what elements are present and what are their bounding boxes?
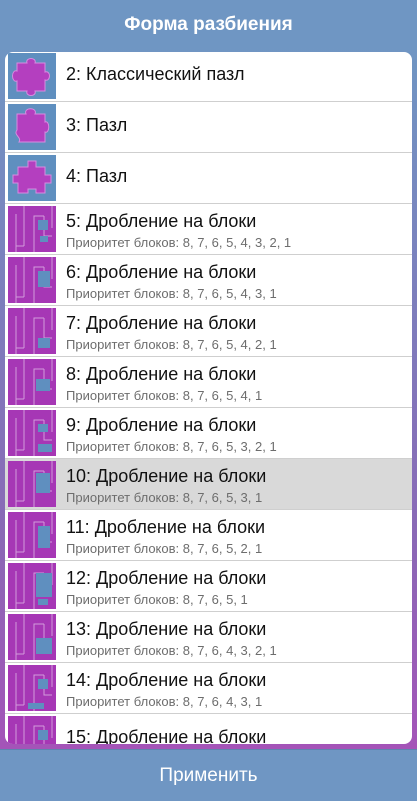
list-item[interactable]: 3: Пазл: [5, 102, 412, 153]
puzzle-piece-shape: [15, 108, 50, 143]
block-gap-shape: [38, 338, 50, 348]
list-item-subtitle: Приоритет блоков: 8, 7, 6, 5, 4, 2, 1: [66, 337, 277, 352]
block-divider-line: [15, 673, 24, 706]
block-split-icon: [8, 614, 56, 660]
block-gap-shape: [38, 599, 48, 605]
list-item[interactable]: 6: Дробление на блоки Приоритет блоков: 8…: [5, 255, 412, 306]
list-item-subtitle: Приоритет блоков: 8, 7, 6, 4, 3, 2, 1: [66, 643, 277, 658]
block-gap-shape: [38, 424, 48, 432]
list-item-title: 4: Пазл: [66, 166, 128, 186]
list-item[interactable]: 5: Дробление на блоки Приоритет блоков: 8…: [5, 204, 412, 255]
list-item-subtitle: Приоритет блоков: 8, 7, 6, 5, 4, 3, 2, 1: [66, 235, 292, 250]
apply-button[interactable]: Применить: [0, 749, 417, 801]
block-divider-line: [43, 318, 52, 339]
puzzle-piece-icon: [8, 53, 56, 99]
block-divider-line: [15, 469, 24, 502]
list-item-subtitle: Приоритет блоков: 8, 7, 6, 5, 3, 1: [66, 490, 263, 505]
block-gap-shape: [38, 220, 48, 230]
block-split-icon: [8, 716, 56, 744]
list-item-title: 14: Дробление на блоки: [66, 670, 267, 690]
list-item-title: 7: Дробление на блоки: [66, 313, 257, 333]
apply-button-label: Применить: [159, 764, 258, 786]
block-split-icon: [8, 308, 56, 354]
block-split-icon: [8, 257, 56, 303]
page-title: Форма разбиения: [124, 14, 293, 35]
block-gap-shape: [38, 271, 50, 287]
title-bar: Форма разбиения: [0, 0, 417, 50]
list-item[interactable]: 14: Дробление на блоки Приоритет блоков: …: [5, 663, 412, 714]
list-item-subtitle: Приоритет блоков: 8, 7, 6, 5, 2, 1: [66, 541, 263, 556]
block-split-icon: [8, 410, 56, 456]
partition-options-list[interactable]: 2: Классический пазл 3: Пазл 4: Пазл 5: Дро…: [5, 52, 412, 744]
block-split-icon: [8, 665, 56, 711]
block-divider-line: [33, 317, 44, 354]
block-divider-line: [15, 316, 24, 349]
list-item-title: 15: Дробление на блоки: [66, 727, 267, 744]
block-gap-shape: [38, 444, 52, 452]
block-split-icon: [8, 206, 56, 252]
puzzle-piece-shape: [12, 58, 50, 96]
block-divider-line: [15, 724, 17, 744]
list-item[interactable]: 11: Дробление на блоки Приоритет блоков: …: [5, 510, 412, 561]
block-split-icon: [8, 359, 56, 405]
list-item-title: 2: Классический пазл: [66, 64, 245, 84]
block-divider-line: [15, 214, 24, 247]
list-item[interactable]: 12: Дробление на блоки Приоритет блоков: …: [5, 561, 412, 612]
block-divider-line: [15, 571, 24, 604]
block-gap-shape: [38, 730, 48, 740]
block-split-icon: [8, 563, 56, 609]
list-item-subtitle: Приоритет блоков: 8, 7, 6, 4, 3, 1: [66, 694, 263, 709]
block-gap-shape: [36, 473, 50, 493]
list-item[interactable]: 8: Дробление на блоки Приоритет блоков: 8…: [5, 357, 412, 408]
block-gap-shape: [36, 638, 52, 654]
list-item-title: 11: Дробление на блоки: [66, 517, 266, 537]
list-item-title: 8: Дробление на блоки: [66, 364, 257, 384]
list-item-title: 12: Дробление на блоки: [66, 568, 267, 588]
list-item[interactable]: 10: Дробление на блоки Приоритет блоков: …: [5, 459, 412, 510]
block-divider-line: [15, 418, 24, 451]
list-item-title: 6: Дробление на блоки: [66, 262, 257, 282]
block-divider-line: [15, 622, 24, 655]
list-item-subtitle: Приоритет блоков: 8, 7, 6, 5, 4, 3, 1: [66, 286, 277, 301]
puzzle-piece-icon: [8, 104, 56, 150]
list-item[interactable]: 7: Дробление на блоки Приоритет блоков: 8…: [5, 306, 412, 357]
block-gap-shape: [40, 236, 48, 242]
block-split-icon: [8, 461, 56, 507]
list-item[interactable]: 15: Дробление на блоки: [5, 714, 412, 744]
list-item-title: 13: Дробление на блоки: [66, 619, 267, 639]
list-item-subtitle: Приоритет блоков: 8, 7, 6, 5, 4, 1: [66, 388, 263, 403]
block-gap-shape: [36, 379, 50, 391]
list-item[interactable]: 13: Дробление на блоки Приоритет блоков: …: [5, 612, 412, 663]
block-gap-shape: [38, 679, 48, 689]
list-item-title: 3: Пазл: [66, 115, 128, 135]
list-item[interactable]: 2: Классический пазл: [5, 52, 412, 102]
block-gap-shape: [36, 573, 52, 597]
block-split-icon: [8, 512, 56, 558]
list-item-title: 5: Дробление на блоки: [66, 211, 257, 231]
list-item-title: 10: Дробление на блоки: [66, 466, 267, 486]
block-gap-shape: [38, 526, 50, 548]
block-gap-shape: [28, 703, 44, 709]
block-divider-line: [15, 367, 24, 400]
list-item[interactable]: 9: Дробление на блоки Приоритет блоков: 8…: [5, 408, 412, 459]
list-item-subtitle: Приоритет блоков: 8, 7, 6, 5, 1: [66, 592, 248, 607]
puzzle-piece-shape: [12, 160, 52, 194]
block-divider-line: [15, 520, 24, 553]
list-item-title: 9: Дробление на блоки: [66, 415, 257, 435]
list-item[interactable]: 4: Пазл: [5, 153, 412, 204]
list-item-subtitle: Приоритет блоков: 8, 7, 6, 5, 3, 2, 1: [66, 439, 277, 454]
block-divider-line: [15, 265, 24, 298]
puzzle-piece-icon: [8, 155, 56, 201]
options-list-card: 2: Классический пазл 3: Пазл 4: Пазл 5: Дро…: [5, 52, 412, 744]
